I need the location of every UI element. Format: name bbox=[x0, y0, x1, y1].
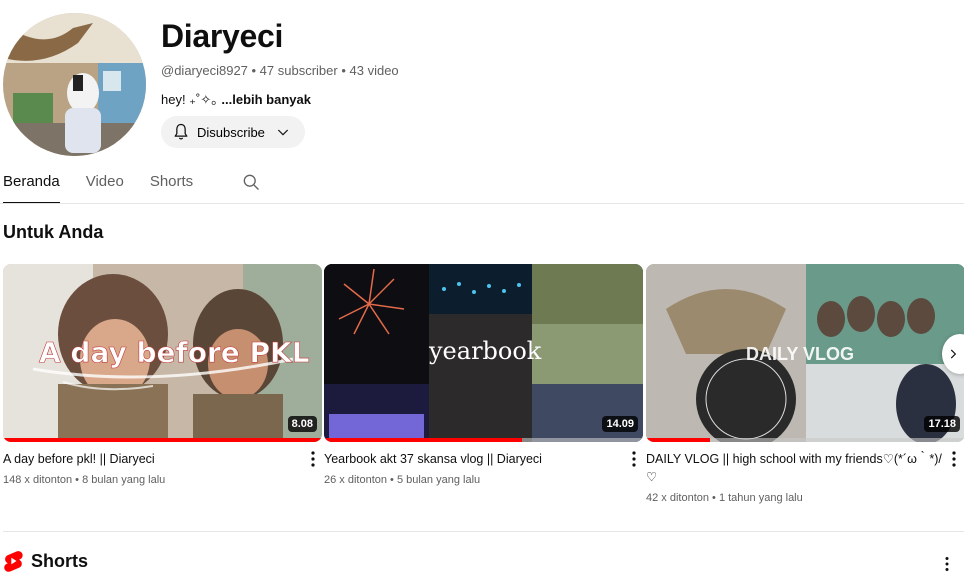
shorts-divider bbox=[3, 531, 964, 532]
watch-progress bbox=[646, 438, 964, 442]
more-vert-icon[interactable] bbox=[308, 450, 318, 468]
description-text: hey! ₊˚✧｡ bbox=[161, 92, 222, 107]
video-title[interactable]: A day before pkl! || Diaryeci bbox=[3, 450, 322, 468]
section-title: Untuk Anda bbox=[3, 222, 104, 242]
tab-video[interactable]: Video bbox=[86, 170, 124, 204]
video-title[interactable]: Yearbook akt 37 skansa vlog || Diaryeci bbox=[324, 450, 643, 468]
tabs-divider bbox=[0, 203, 964, 204]
tab-beranda[interactable]: Beranda bbox=[3, 170, 60, 204]
channel-name: Diaryeci bbox=[161, 18, 284, 54]
video-meta: 26 x ditonton • 5 bulan yang lalu bbox=[324, 474, 481, 486]
video-card[interactable]: DAILY VLOG 17.18 DAILY VLOG || high scho… bbox=[646, 264, 964, 504]
channel-avatar[interactable] bbox=[3, 13, 146, 156]
duration-badge: 14.09 bbox=[602, 416, 638, 432]
thumb-caption: yearbook bbox=[428, 337, 542, 365]
duration-badge: 8.08 bbox=[287, 416, 317, 432]
more-vert-icon[interactable] bbox=[949, 450, 959, 468]
video-thumbnail[interactable]: A day before PKL 8.08 bbox=[3, 264, 322, 442]
more-vert-icon[interactable] bbox=[942, 556, 952, 572]
watch-progress-fill bbox=[324, 438, 522, 442]
video-thumbnail[interactable]: yearbook 14.09 bbox=[324, 264, 643, 442]
subscribe-button[interactable]: Disubscribe bbox=[161, 116, 305, 148]
watch-progress bbox=[324, 438, 643, 442]
shorts-logo-icon bbox=[4, 551, 23, 572]
video-title[interactable]: DAILY VLOG || high school with my friend… bbox=[646, 450, 964, 486]
shorts-header: Shorts bbox=[3, 550, 88, 572]
video-thumbnail[interactable]: DAILY VLOG 17.18 bbox=[646, 264, 964, 442]
chevron-down-icon bbox=[277, 129, 289, 136]
video-meta: 148 x ditonton • 8 bulan yang lalu bbox=[3, 474, 166, 486]
thumb-caption: DAILY VLOG bbox=[746, 344, 854, 364]
duration-badge: 17.18 bbox=[924, 416, 960, 432]
channel-description[interactable]: hey! ₊˚✧｡ ...lebih banyak bbox=[161, 89, 311, 108]
chevron-right-icon bbox=[950, 349, 957, 359]
search-icon[interactable] bbox=[241, 172, 261, 192]
more-vert-icon[interactable] bbox=[629, 450, 639, 468]
watch-progress bbox=[3, 438, 322, 442]
watch-progress-fill bbox=[646, 438, 710, 442]
channel-meta: @diaryeci8927 • 47 subscriber • 43 video bbox=[161, 63, 399, 78]
video-card[interactable]: yearbook 14.09 Yearbook akt 37 skansa vl… bbox=[324, 264, 643, 486]
bell-icon bbox=[174, 123, 188, 140]
shorts-title: Shorts bbox=[31, 550, 89, 571]
tab-shorts[interactable]: Shorts bbox=[150, 170, 193, 204]
video-meta: 42 x ditonton • 1 tahun yang lalu bbox=[646, 492, 803, 504]
subscribe-label: Disubscribe bbox=[197, 124, 265, 140]
watch-progress-fill bbox=[3, 438, 322, 442]
more-link[interactable]: ...lebih banyak bbox=[221, 92, 311, 107]
video-card[interactable]: A day before PKL 8.08 A day before pkl! … bbox=[3, 264, 322, 486]
channel-tabs: Beranda Video Shorts bbox=[3, 170, 261, 204]
thumb-caption: A day before PKL bbox=[39, 336, 310, 369]
